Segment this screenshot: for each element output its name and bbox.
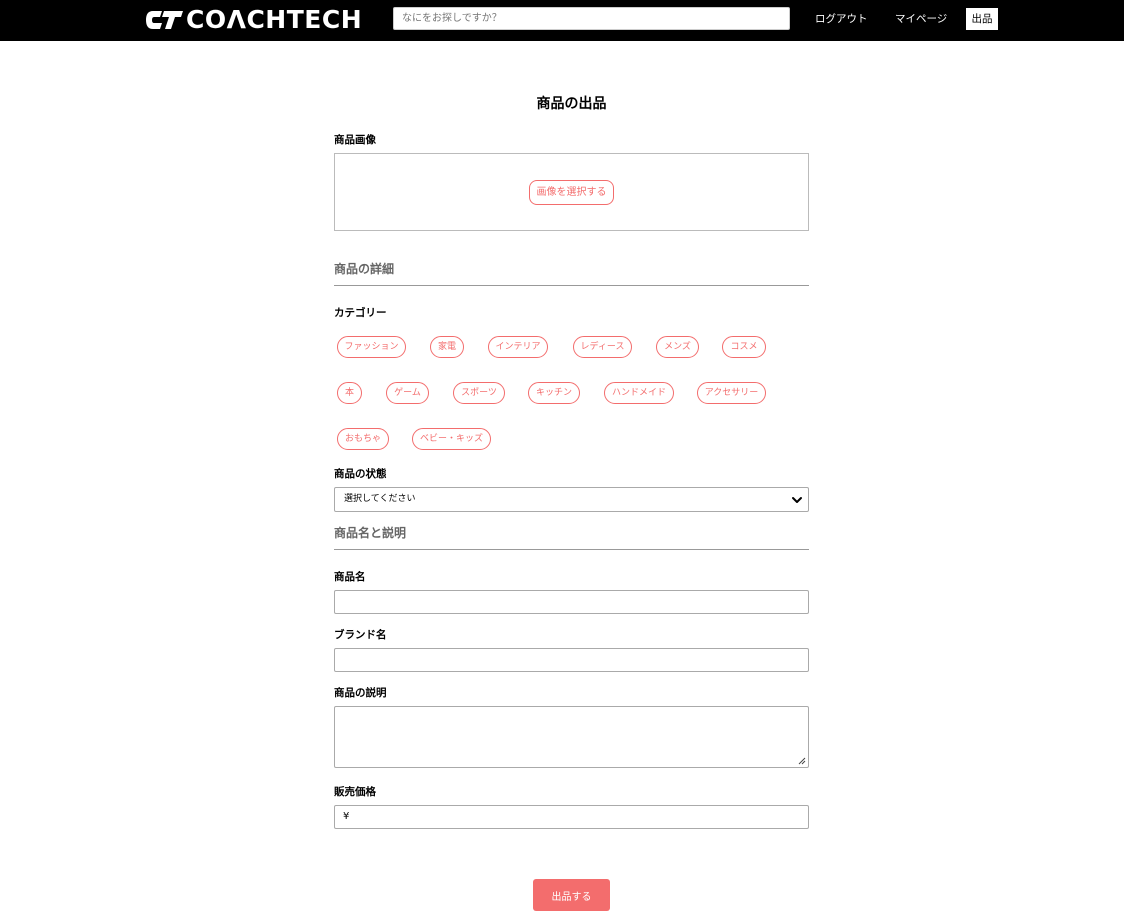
submit-listing-button[interactable]: 出品する xyxy=(533,879,610,911)
site-header: COΛCHTECH ログアウト マイページ 出品 xyxy=(0,0,1124,41)
condition-label: 商品の状態 xyxy=(334,468,387,480)
logo-text: COΛCHTECH xyxy=(186,5,363,34)
brand-name-label: ブランド名 xyxy=(334,629,387,641)
category-chip[interactable]: 本 xyxy=(337,382,362,404)
brand-name-input[interactable] xyxy=(334,648,809,672)
description-label: 商品の説明 xyxy=(334,687,387,699)
category-chip[interactable]: おもちゃ xyxy=(337,428,389,450)
price-label: 販売価格 xyxy=(334,786,376,798)
category-label: カテゴリー xyxy=(334,307,387,319)
resize-handle-icon[interactable] xyxy=(798,757,806,765)
category-chip[interactable]: 家電 xyxy=(430,336,464,358)
mypage-link[interactable]: マイページ xyxy=(895,12,947,26)
coachtech-logo[interactable]: COΛCHTECH xyxy=(144,6,362,34)
chevron-down-icon xyxy=(792,497,802,503)
details-section-heading: 商品の詳細 xyxy=(334,261,809,286)
category-chip[interactable]: レディース xyxy=(573,336,632,358)
category-chip[interactable]: ベビー・キッズ xyxy=(412,428,491,450)
product-name-input[interactable] xyxy=(334,590,809,614)
logout-link[interactable]: ログアウト xyxy=(815,12,868,26)
category-chip[interactable]: メンズ xyxy=(656,336,699,358)
select-image-button[interactable]: 画像を選択する xyxy=(529,180,614,205)
condition-select[interactable]: 選択してください xyxy=(334,487,809,512)
category-chip[interactable]: アクセサリー xyxy=(697,382,766,404)
description-textarea[interactable] xyxy=(334,706,809,768)
category-chip[interactable]: ファッション xyxy=(337,336,406,358)
ct-logo-icon xyxy=(146,11,183,29)
price-input[interactable]: ¥ xyxy=(334,805,809,829)
yen-prefix: ¥ xyxy=(343,811,350,822)
category-chip[interactable]: スポーツ xyxy=(453,382,505,404)
image-label: 商品画像 xyxy=(334,134,376,146)
page-title: 商品の出品 xyxy=(536,96,607,112)
condition-selected-value: 選択してください xyxy=(344,494,416,504)
category-chip[interactable]: ゲーム xyxy=(386,382,429,404)
name-section-heading: 商品名と説明 xyxy=(334,525,809,550)
product-name-label: 商品名 xyxy=(334,571,366,583)
category-chip[interactable]: インテリア xyxy=(488,336,548,358)
category-chip[interactable]: キッチン xyxy=(528,382,580,404)
category-chip[interactable]: コスメ xyxy=(722,336,766,358)
sell-button[interactable]: 出品 xyxy=(966,8,998,30)
category-chip[interactable]: ハンドメイド xyxy=(604,382,674,404)
search-input[interactable] xyxy=(393,7,790,30)
